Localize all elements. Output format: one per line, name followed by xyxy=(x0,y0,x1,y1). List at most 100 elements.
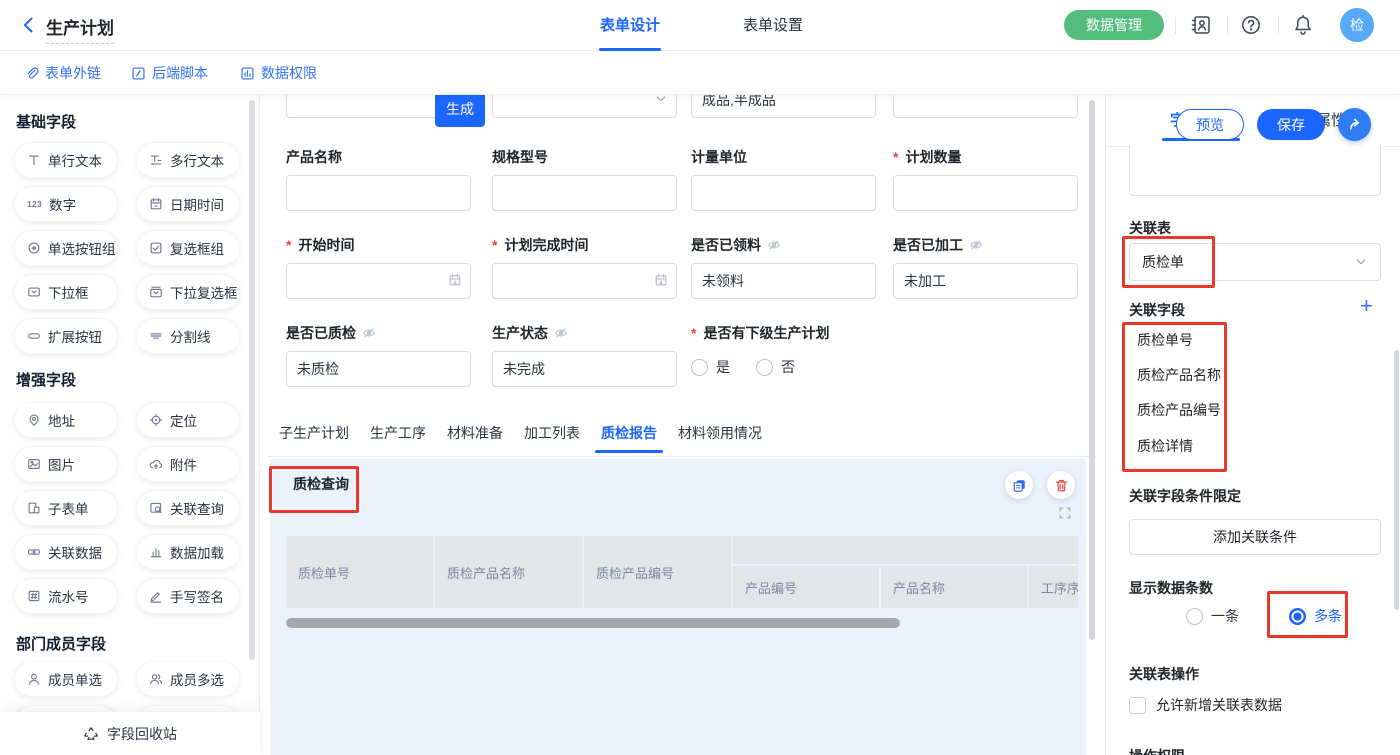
back-icon[interactable] xyxy=(18,14,40,36)
field-recycle-bin[interactable]: 字段回收站 xyxy=(0,712,260,755)
page-title[interactable]: 生产计划 xyxy=(46,14,114,44)
start-date-input[interactable] xyxy=(286,263,471,299)
radio-no-label[interactable]: 否 xyxy=(781,357,795,377)
production-status-input[interactable] xyxy=(492,351,677,387)
field-pill-member-multi[interactable]: 成员多选 xyxy=(136,661,240,697)
add-condition-button[interactable]: 添加关联条件 xyxy=(1129,519,1381,555)
field-pill-label: 下拉复选框 xyxy=(170,282,238,302)
field-pill-attachment[interactable]: 附件 xyxy=(136,446,240,482)
field-label: 是否已领料 xyxy=(691,235,761,255)
scrolled-field-box xyxy=(1129,146,1381,196)
tab-process-list[interactable]: 加工列表 xyxy=(521,419,583,453)
allow-add-checkbox[interactable] xyxy=(1129,697,1146,714)
field-pill-label: 子表单 xyxy=(48,498,89,518)
recycle-icon xyxy=(83,726,99,742)
material-status-input[interactable] xyxy=(691,263,876,299)
allow-add-label[interactable]: 允许新增关联表数据 xyxy=(1156,695,1282,715)
tab-material-usage[interactable]: 材料领用情况 xyxy=(675,419,765,453)
radio-no[interactable] xyxy=(756,359,773,376)
field-pill-serial-number[interactable]: 流水号 xyxy=(14,578,118,614)
panel-scrollbar[interactable] xyxy=(1394,350,1399,610)
single-line-text-icon xyxy=(27,153,41,167)
delete-widget-button[interactable] xyxy=(1047,471,1075,499)
canvas-scrollbar[interactable] xyxy=(1089,100,1095,640)
radio-single[interactable] xyxy=(1186,608,1203,625)
contact-book-icon[interactable] xyxy=(1190,14,1212,36)
finish-date-input[interactable] xyxy=(492,263,677,299)
linked-query-widget[interactable]: 质检查询 质检单号 质检产品名称 质检产品编号 产品编号 产品名称 工序序号 xyxy=(270,458,1086,755)
add-related-field-button[interactable]: + xyxy=(1360,293,1373,319)
sidebar-scrollbar[interactable] xyxy=(249,100,255,660)
qc-status-input[interactable] xyxy=(286,351,471,387)
backend-script-item[interactable]: 后端脚本 xyxy=(131,63,208,83)
chevron-down-icon xyxy=(1354,255,1368,269)
location-target-icon xyxy=(149,413,163,427)
radio-multiple-label[interactable]: 多条 xyxy=(1314,606,1342,626)
expand-handle-icon[interactable] xyxy=(1058,506,1072,520)
field-pill-multi-line-text[interactable]: 多行文本 xyxy=(136,142,240,178)
data-permission-item[interactable]: 数据权限 xyxy=(240,63,317,83)
field-pill-member-single[interactable]: 成员单选 xyxy=(14,661,118,697)
related-field-item[interactable]: 质检产品名称 xyxy=(1137,365,1221,385)
tab-sub-production-plan[interactable]: 子生产计划 xyxy=(276,419,352,453)
save-button[interactable]: 保存 xyxy=(1257,109,1325,140)
required-asterisk: * xyxy=(286,237,291,253)
radio-multiple[interactable] xyxy=(1289,608,1306,625)
tab-form-design[interactable]: 表单设计 xyxy=(585,0,675,51)
spec-model-input[interactable] xyxy=(492,175,677,211)
tab-material-prep[interactable]: 材料准备 xyxy=(444,419,506,453)
field-pill-extend-button[interactable]: 扩展按钮 xyxy=(14,318,118,354)
field-pill-dropdown[interactable]: 下拉框 xyxy=(14,274,118,310)
radio-yes-label[interactable]: 是 xyxy=(716,357,730,377)
data-manage-button[interactable]: 数据管理 xyxy=(1064,10,1164,40)
external-link-item[interactable]: 表单外链 xyxy=(24,63,101,83)
tab-production-process[interactable]: 生产工序 xyxy=(367,419,429,453)
related-table-select[interactable]: 质检单 xyxy=(1129,243,1381,281)
generate-button[interactable]: 生成 xyxy=(435,95,485,127)
field-label: 开始时间 xyxy=(298,235,354,255)
field-pill-radio-group[interactable]: 单选按钮组 xyxy=(14,230,118,266)
button-icon xyxy=(27,329,41,343)
table-horizontal-scrollbar[interactable] xyxy=(286,618,900,628)
radio-yes[interactable] xyxy=(691,359,708,376)
preview-button[interactable]: 预览 xyxy=(1176,109,1244,140)
cloud-upload-icon xyxy=(149,457,163,471)
field-pill-data-load[interactable]: 数据加载 xyxy=(136,534,240,570)
tab-qc-report[interactable]: 质检报告 xyxy=(598,419,660,453)
process-status-input[interactable] xyxy=(893,263,1078,299)
radio-single-label[interactable]: 一条 xyxy=(1211,606,1239,626)
section-title-enhanced: 增强字段 xyxy=(16,369,76,390)
field-pill-subform[interactable]: 子表单 xyxy=(14,490,118,526)
field-pill-label: 分割线 xyxy=(170,326,211,346)
tab-form-settings[interactable]: 表单设置 xyxy=(728,0,818,51)
plan-qty-input[interactable] xyxy=(893,175,1078,211)
field-pill-image[interactable]: 图片 xyxy=(14,446,118,482)
field-pill-single-line-text[interactable]: 单行文本 xyxy=(14,142,118,178)
related-field-item[interactable]: 质检详情 xyxy=(1137,436,1193,456)
copy-widget-button[interactable] xyxy=(1005,471,1033,499)
sub-column-header: 产品名称 xyxy=(881,566,1027,608)
related-field-item[interactable]: 质检产品编号 xyxy=(1137,400,1221,420)
product-name-input[interactable] xyxy=(286,175,471,211)
field-pill-checkbox-group[interactable]: 复选框组 xyxy=(136,230,240,266)
field-pill-linked-query[interactable]: 关联查询 xyxy=(136,490,240,526)
field-pill-datetime[interactable]: 日期时间 xyxy=(136,186,240,222)
select-field[interactable] xyxy=(492,95,677,118)
field-pill-number[interactable]: 123数字 xyxy=(14,186,118,222)
field-pill-location[interactable]: 定位 xyxy=(136,402,240,438)
field-pill-signature[interactable]: 手写签名 xyxy=(136,578,240,614)
field-pill-label: 定位 xyxy=(170,410,197,430)
field-pill-multi-dropdown[interactable]: 下拉复选框 xyxy=(136,274,240,310)
linked-query-icon xyxy=(149,501,163,515)
share-button[interactable] xyxy=(1338,108,1371,141)
help-icon[interactable] xyxy=(1240,14,1262,36)
field-pill-linked-data[interactable]: 关联数据 xyxy=(14,534,118,570)
notification-bell-icon[interactable] xyxy=(1292,14,1314,36)
product-type-input[interactable] xyxy=(691,95,876,118)
unit-input[interactable] xyxy=(691,175,876,211)
avatar[interactable]: 检 xyxy=(1340,8,1374,42)
text-input[interactable] xyxy=(893,95,1078,118)
field-pill-divider[interactable]: 分割线 xyxy=(136,318,240,354)
related-field-item[interactable]: 质检单号 xyxy=(1137,330,1193,350)
field-pill-address[interactable]: 地址 xyxy=(14,402,118,438)
